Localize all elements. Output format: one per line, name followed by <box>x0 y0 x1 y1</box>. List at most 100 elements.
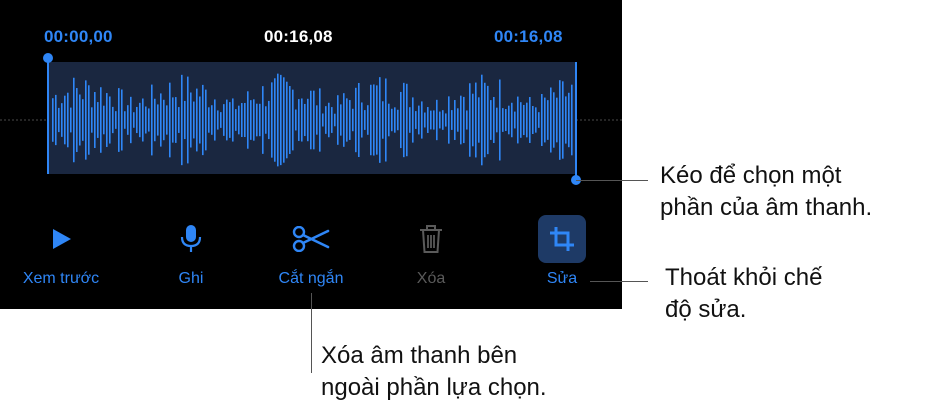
end-time: 00:16,08 <box>494 27 563 46</box>
callout-trim-line-1: Xóa âm thanh bên <box>321 342 518 369</box>
waveform-bar <box>247 91 249 149</box>
waveform-bar <box>490 100 492 140</box>
waveform-area[interactable] <box>0 52 622 192</box>
waveform-bar <box>199 96 201 144</box>
waveform-bar <box>520 102 522 138</box>
waveform-bar <box>208 107 210 133</box>
waveform-bar <box>58 107 60 133</box>
waveform-bar <box>367 105 369 135</box>
waveform-bar <box>316 105 318 135</box>
waveform-bar <box>394 107 396 133</box>
waveform-bar <box>415 111 417 129</box>
waveform-bar <box>196 88 198 152</box>
waveform-bar <box>64 95 66 145</box>
microphone-icon <box>167 215 215 263</box>
callout-exit: Thoát khỏi chế độ sửa. <box>665 262 822 326</box>
waveform-bar <box>439 111 441 129</box>
waveform-bar <box>115 111 117 129</box>
waveform-bar <box>193 101 195 139</box>
waveform-bar <box>499 79 501 161</box>
waveform-bar <box>223 104 225 136</box>
waveform-bar <box>280 74 282 166</box>
edit-button[interactable]: Sửa <box>538 215 586 288</box>
waveform-bar <box>142 98 144 142</box>
waveform-bar <box>334 113 336 127</box>
waveform-bar <box>526 102 528 138</box>
waveform-bar <box>469 83 471 157</box>
waveform-bar <box>496 107 498 133</box>
waveform-bar <box>448 96 450 144</box>
waveform-bar <box>97 102 99 138</box>
waveform-bar <box>523 104 525 136</box>
waveform-bar <box>136 106 138 134</box>
waveform-bar <box>127 105 129 135</box>
delete-button[interactable]: Xóa <box>407 215 455 288</box>
waveform-bar <box>166 105 168 135</box>
waveform-bar <box>550 87 552 153</box>
preview-button[interactable]: Xem trước <box>23 215 99 288</box>
waveform-bar <box>565 96 567 144</box>
waveform-bar <box>169 82 171 158</box>
waveform-bar <box>397 109 399 131</box>
waveform-bar <box>463 96 465 144</box>
waveform-bar <box>340 104 342 136</box>
waveform-bar <box>88 85 90 155</box>
waveform-bar <box>112 106 114 134</box>
waveform-bar <box>568 92 570 148</box>
waveform-bar <box>529 97 531 143</box>
waveform-bar <box>79 94 81 146</box>
waveform-bar <box>544 97 546 143</box>
selection-start-handle[interactable] <box>43 53 53 63</box>
waveform-bar <box>289 86 291 154</box>
waveform-bar <box>403 82 405 158</box>
waveform-bar <box>406 83 408 157</box>
waveform-bar <box>385 78 387 162</box>
record-button[interactable]: Ghi <box>167 215 215 288</box>
waveform-bar <box>184 100 186 140</box>
waveform-bar <box>76 88 78 152</box>
waveform-bar <box>73 77 75 163</box>
trim-button[interactable]: Cắt ngắn <box>270 215 352 288</box>
waveform-bar <box>457 108 459 132</box>
preview-label: Xem trước <box>22 270 100 287</box>
start-time: 00:00,00 <box>44 27 113 46</box>
waveform-bar <box>505 109 507 131</box>
crop-icon <box>538 215 586 263</box>
waveform-bar <box>283 77 285 163</box>
callout-trim: Xóa âm thanh bên ngoài phần lựa chọn. <box>321 340 547 404</box>
waveform-bar <box>361 102 363 138</box>
waveform-bar <box>181 74 183 166</box>
waveform-bar <box>391 108 393 132</box>
waveform-bar <box>61 103 63 137</box>
waveform-bar <box>307 98 309 142</box>
waveform-bar <box>256 103 258 137</box>
current-time: 00:16,08 <box>264 27 333 46</box>
waveform-bar <box>376 85 378 155</box>
waveform-bar <box>55 94 57 146</box>
callout-drag-line-1: Kéo để chọn một <box>660 162 842 189</box>
waveform-bar <box>229 102 231 138</box>
waveform-bar <box>145 106 147 134</box>
callout-exit-line-2: độ sửa. <box>665 296 747 323</box>
waveform-bar <box>172 97 174 143</box>
waveform-bar <box>244 102 246 138</box>
waveform-bar <box>232 98 234 142</box>
waveform-bar <box>139 102 141 138</box>
waveform-bar <box>151 84 153 156</box>
waveform-bar <box>328 102 330 138</box>
waveform-bar <box>532 106 534 134</box>
waveform-bar <box>235 109 237 131</box>
waveform-bar <box>502 108 504 132</box>
waveform-bar <box>370 84 372 156</box>
callout-trim-leader <box>311 293 312 373</box>
waveform-bar <box>460 95 462 145</box>
waveform-bar <box>253 99 255 141</box>
waveform-bar <box>124 111 126 129</box>
waveform-bar <box>535 107 537 133</box>
waveform-bar <box>226 99 228 141</box>
waveform-bar <box>241 103 243 137</box>
waveform-bar <box>121 89 123 151</box>
waveform-bar <box>484 82 486 158</box>
waveform-bar <box>451 110 453 130</box>
waveform-bar <box>211 105 213 135</box>
